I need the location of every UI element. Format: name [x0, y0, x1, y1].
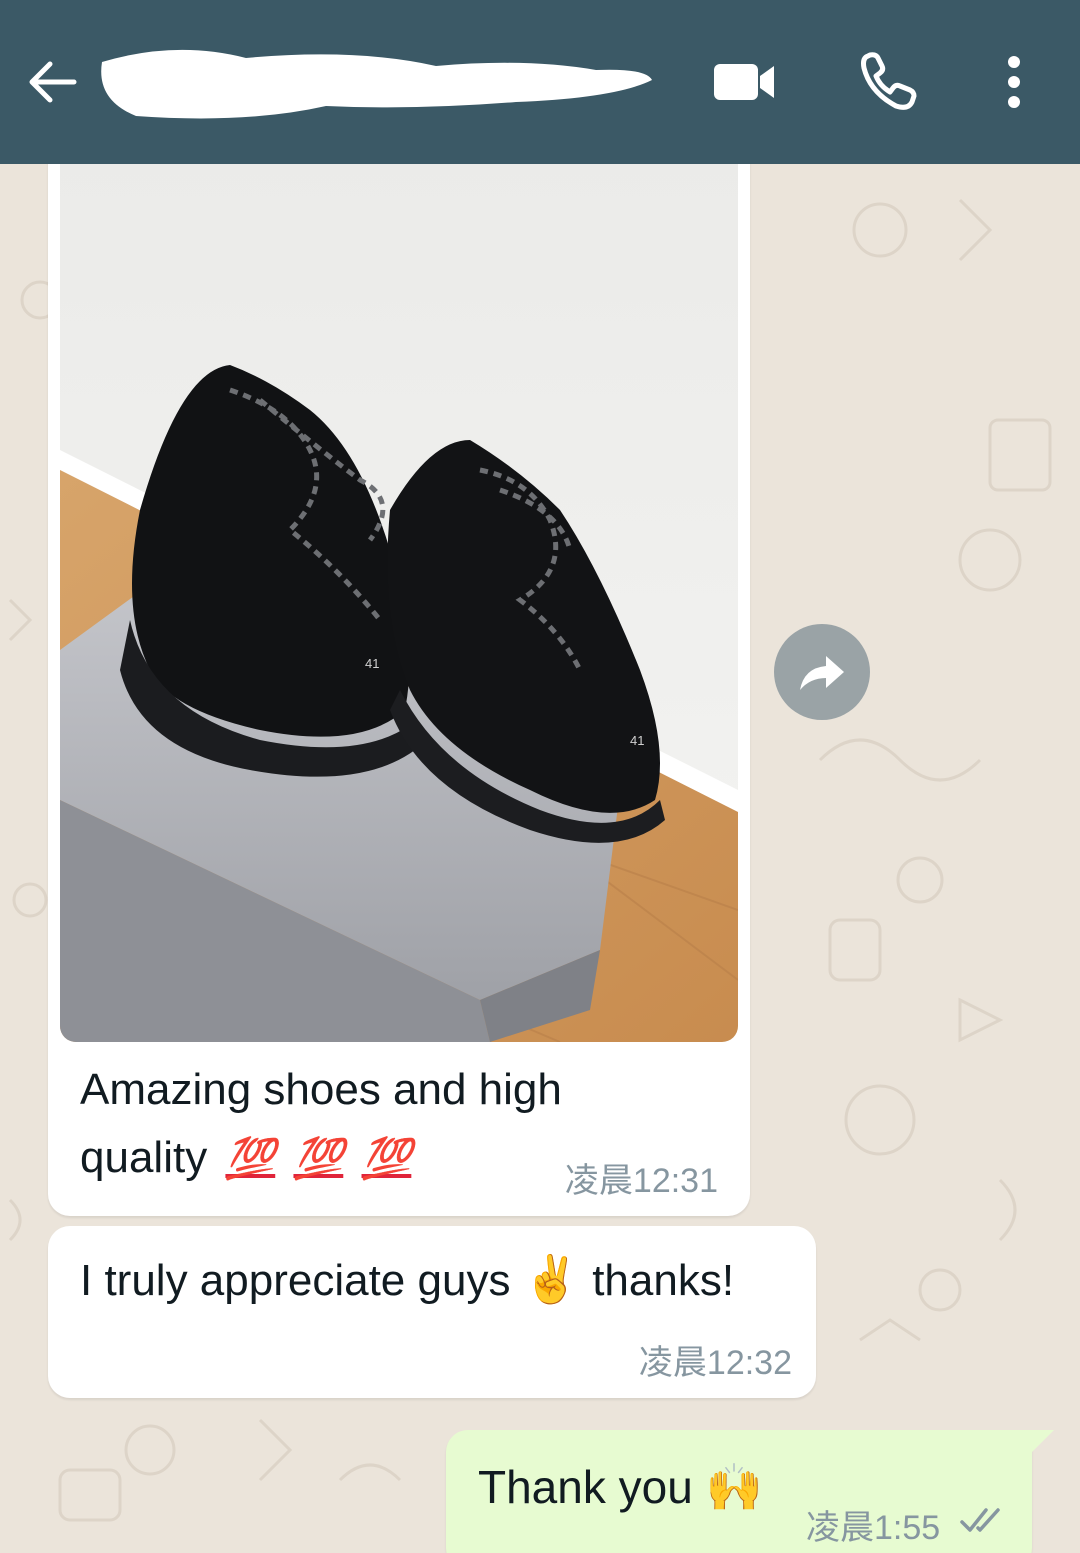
chat-header [0, 0, 1080, 164]
outgoing-text-message[interactable]: Thank you 🙌 凌晨1:55 [446, 1430, 1054, 1553]
video-call-icon[interactable] [708, 46, 780, 118]
contact-name-redacted[interactable] [96, 40, 656, 130]
victory-hand-icon: ✌️ [522, 1253, 580, 1305]
caption-line-2: quality [80, 1133, 208, 1182]
forward-button[interactable] [774, 624, 870, 720]
message-timestamp: 凌晨12:32 [638, 1344, 792, 1382]
svg-text:41: 41 [630, 733, 644, 748]
raising-hands-icon: 🙌 [705, 1461, 763, 1513]
message-timestamp: 凌晨12:31 [564, 1162, 718, 1200]
message-text-content: Thank you [478, 1461, 693, 1513]
back-arrow-icon[interactable] [20, 50, 84, 114]
message-text-after: thanks! [592, 1256, 735, 1305]
image-caption: Amazing shoes and high quality 💯 💯 💯 [80, 1056, 640, 1193]
forward-arrow-icon [800, 656, 844, 690]
message-text-before: I truly appreciate guys [80, 1256, 511, 1305]
shoe-photo[interactable]: 41 41 [60, 150, 738, 1042]
phone-icon[interactable] [852, 46, 924, 118]
message-timestamp: 凌晨1:55 [806, 1509, 941, 1547]
incoming-image-message[interactable]: 41 41 Amazing shoes and high quality 💯 💯… [48, 150, 750, 1216]
caption-line-1: Amazing shoes and high [80, 1065, 562, 1114]
message-text: Thank you 🙌 [478, 1460, 763, 1515]
more-options-icon[interactable] [980, 46, 1052, 118]
hundred-points-icon: 💯 [293, 1136, 344, 1182]
read-double-check-icon [958, 1506, 1008, 1536]
message-text: I truly appreciate guys ✌️ thanks! [80, 1252, 734, 1307]
incoming-text-message[interactable]: I truly appreciate guys ✌️ thanks! 凌晨12:… [48, 1226, 816, 1398]
hundred-points-icon: 💯 [361, 1136, 412, 1182]
hundred-points-icon: 💯 [225, 1136, 276, 1182]
bubble-tail [1030, 1430, 1054, 1454]
svg-text:41: 41 [365, 656, 379, 671]
